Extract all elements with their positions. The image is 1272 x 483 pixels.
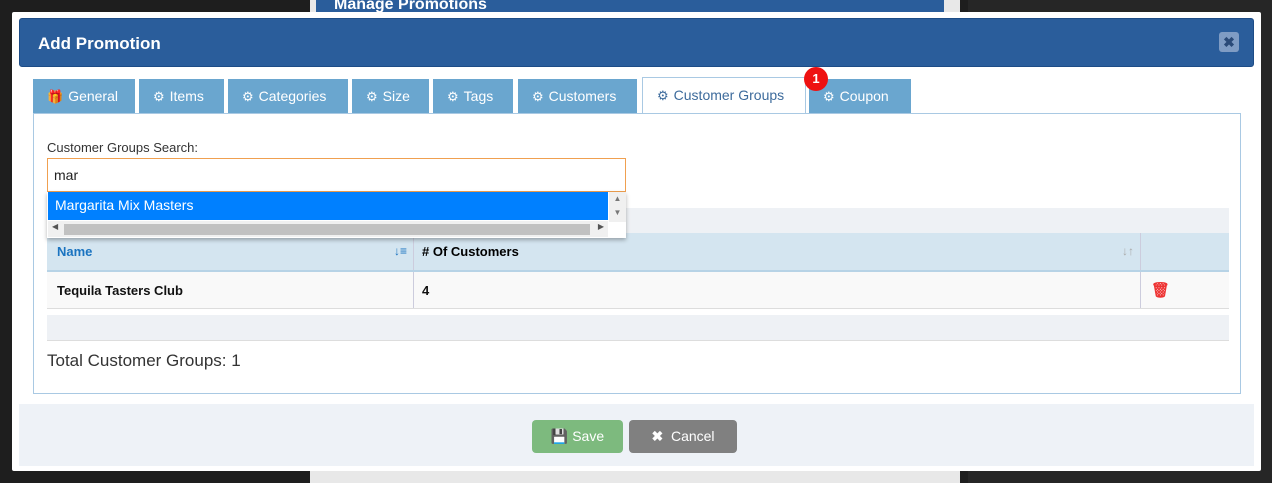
tab-general[interactable]: 🎁 General xyxy=(33,79,135,113)
total-count: Total Customer Groups: 1 xyxy=(47,351,241,370)
gears-icon: ⚙ xyxy=(657,88,669,103)
notification-badge: 1 xyxy=(804,67,828,91)
cancel-button[interactable]: ✖ Cancel xyxy=(629,420,737,453)
tab-customer-groups[interactable]: ⚙ Customer Groups xyxy=(642,77,806,113)
close-icon[interactable]: ✖ xyxy=(1219,32,1239,52)
close-icon: ✖ xyxy=(651,428,664,444)
gears-icon: ⚙ xyxy=(366,89,378,104)
horizontal-scrollbar[interactable]: ◀ ▶ xyxy=(48,221,608,237)
sort-asc-icon[interactable]: ↓≡ xyxy=(394,233,407,270)
table-row: Tequila Tasters Club 4 🗑 xyxy=(47,272,1229,309)
tab-customers[interactable]: ⚙ Customers xyxy=(518,79,637,113)
tab-categories[interactable]: ⚙ Categories xyxy=(228,79,348,113)
save-button[interactable]: 💾 Save xyxy=(532,420,623,453)
cell-count: 4 xyxy=(414,272,1141,308)
modal-header: Add Promotion ✖ xyxy=(19,18,1254,67)
gears-icon: ⚙ xyxy=(447,89,459,104)
tab-items[interactable]: ⚙ Items xyxy=(139,79,224,113)
search-label: Customer Groups Search: xyxy=(47,140,199,155)
column-customers[interactable]: # Of Customers ↓↑ xyxy=(414,233,1141,270)
customer-groups-panel: Customer Groups Search: Margarita Mix Ma… xyxy=(33,113,1241,394)
table-footer xyxy=(47,315,1229,341)
gift-icon: 🎁 xyxy=(47,89,64,104)
column-name[interactable]: Name ↓≡ xyxy=(47,233,414,270)
add-promotion-modal: Add Promotion ✖ 🎁 General ⚙ Items ⚙ Categor… xyxy=(12,12,1261,471)
customer-groups-search-input[interactable] xyxy=(47,158,626,192)
cell-name: Tequila Tasters Club xyxy=(47,272,414,308)
vertical-scrollbar[interactable]: ▲ ▼ xyxy=(609,192,626,222)
trash-icon[interactable]: 🗑 xyxy=(1151,281,1170,299)
tab-tags[interactable]: ⚙ Tags xyxy=(433,79,513,113)
suggestion-item[interactable]: Margarita Mix Masters xyxy=(48,192,608,220)
gears-icon: ⚙ xyxy=(823,89,835,104)
modal-footer: 💾 Save ✖ Cancel xyxy=(19,404,1254,466)
modal-title: Add Promotion xyxy=(38,34,161,53)
tab-size[interactable]: ⚙ Size xyxy=(352,79,429,113)
customer-groups-table: Name ↓≡ # Of Customers ↓↑ Tequila Tasters … xyxy=(47,233,1229,309)
save-icon: 💾 xyxy=(550,428,569,444)
gears-icon: ⚙ xyxy=(153,89,165,104)
sort-icon[interactable]: ↓↑ xyxy=(1122,233,1134,270)
autocomplete-dropdown: Margarita Mix Masters ▲ ▼ ◀ ▶ xyxy=(47,192,626,238)
gears-icon: ⚙ xyxy=(532,89,544,104)
table-header: Name ↓≡ # Of Customers ↓↑ xyxy=(47,233,1229,272)
gears-icon: ⚙ xyxy=(242,89,254,104)
